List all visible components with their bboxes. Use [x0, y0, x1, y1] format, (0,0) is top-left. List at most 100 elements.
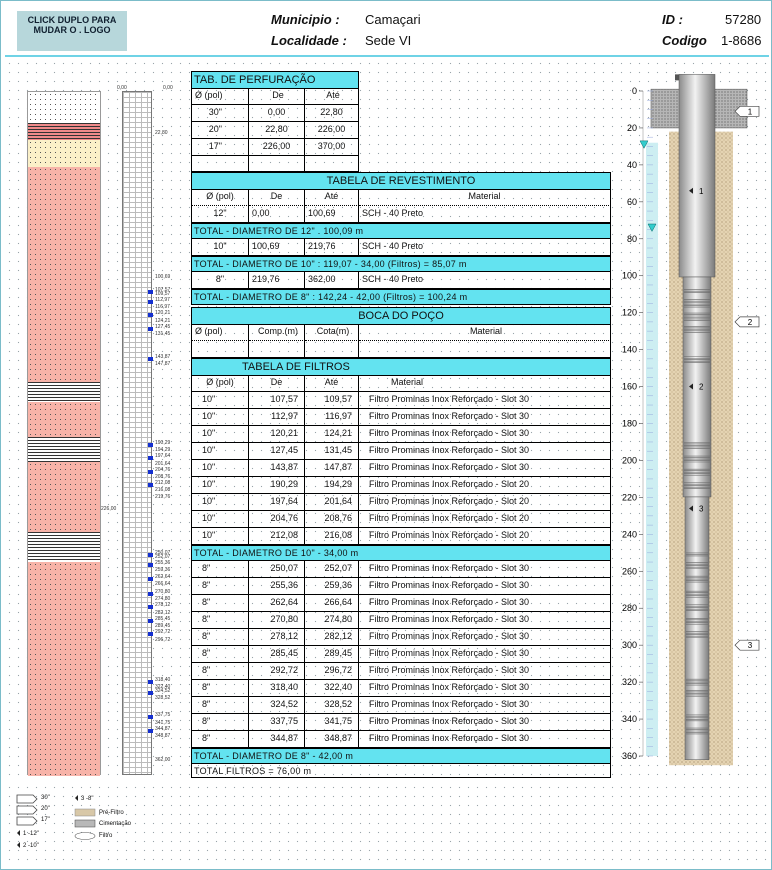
depth-label: 318,40	[155, 676, 171, 683]
depth-label: 348,87	[155, 732, 171, 739]
filt-total-10: TOTAL - DIAMETRO DE 10" - 34,00 m	[191, 545, 611, 561]
depth-label: 344,87	[155, 725, 171, 732]
axis-tick-label: 0	[632, 86, 637, 96]
filt-row-cell: 208,76	[305, 511, 359, 528]
filt-row-cell: 190,29	[249, 477, 305, 494]
filt-row-cell: 8"	[191, 595, 249, 612]
axis-tick-label: 80	[627, 234, 637, 244]
filt-header-cell: Material	[359, 375, 611, 392]
filt-row-cell: 216,08	[305, 528, 359, 545]
legend: 30" 20" 17" 1 -12" 2 -10" 3 -8" Pré-Filt…	[5, 783, 769, 867]
logo-placeholder[interactable]: CLICK DUPLO PARA MUDAR O . LOGO	[17, 11, 127, 51]
casing-mark-label: 2	[699, 383, 704, 392]
revestimento-title: TABELA DE REVESTIMENTO	[191, 172, 611, 190]
filt-row-cell: Filtro Prominas Inox Reforçado - Slot 20	[359, 528, 611, 545]
filt-header-cell: Ø (pol)	[191, 375, 249, 392]
filt-row-cell: Filtro Prominas Inox Reforçado - Slot 20	[359, 477, 611, 494]
filt-row-cell: 8"	[191, 646, 249, 663]
codigo-label: Codigo	[662, 33, 707, 48]
filt-row-cell: 194,29	[305, 477, 359, 494]
axis-tick-label: 240	[622, 529, 637, 539]
id-label: ID :	[662, 12, 683, 27]
filt-row-cell: 278,12	[249, 629, 305, 646]
filtros-title: TABELA DE FILTROS	[191, 358, 611, 376]
filt-row-cell: 10"	[191, 409, 249, 426]
depth-label: 362,00	[155, 757, 171, 764]
filt-row-cell: 10"	[191, 528, 249, 545]
filt-row-cell: 10"	[191, 477, 249, 494]
depth-label: 324,52	[155, 687, 171, 694]
axis-tick-label: 280	[622, 603, 637, 613]
perf-cell: 17"	[191, 139, 249, 156]
filt-row-cell: Filtro Prominas Inox Reforçado - Slot 30	[359, 561, 611, 578]
depth-label: 131,45	[155, 331, 171, 337]
filt-row-cell: 285,45	[249, 646, 305, 663]
boca-header-cell: Ø (pol)	[191, 324, 249, 341]
filt-row-cell: 324,52	[249, 697, 305, 714]
lithology-layer	[28, 402, 100, 437]
filter-marker	[148, 313, 153, 318]
filter-marker	[148, 469, 153, 474]
filt-row-cell: Filtro Prominas Inox Reforçado - Slot 30	[359, 697, 611, 714]
depth-label: 282,12	[155, 609, 171, 616]
depth-label: 109,57	[155, 290, 171, 297]
rev-cell: SCH - 40 Preto	[359, 206, 611, 223]
lithology-layer	[28, 92, 100, 123]
depth-label: 120,21	[155, 310, 171, 317]
diameter-callout-label: 3	[748, 641, 753, 650]
filt-row-cell: 107,57	[249, 392, 305, 409]
filt-row-cell: 10"	[191, 392, 249, 409]
legend-20: 20"	[41, 806, 50, 812]
filter-marker	[148, 591, 153, 596]
axis-tick-label: 220	[622, 492, 637, 502]
filt-row-cell: 116,97	[305, 409, 359, 426]
axis-tick-label: 360	[622, 751, 637, 761]
depth-label: 190,29	[155, 439, 171, 446]
lithology-layer	[28, 532, 100, 562]
municipio-value: Camaçari	[365, 12, 421, 27]
rev-cell: 100,69	[305, 206, 359, 223]
filt-row-cell: 127,45	[249, 443, 305, 460]
rev-total: TOTAL - DIAMETRO DE 8" : 142,24 - 42,00 …	[191, 289, 611, 305]
localidade-value: Sede VI	[365, 33, 412, 48]
profile-top-label: 0,00	[163, 85, 173, 91]
filt-row-cell: 8"	[191, 578, 249, 595]
axis-tick-label: 40	[627, 160, 637, 170]
depth-label: 266,64	[155, 580, 171, 587]
casing-mark-label: 1	[699, 187, 704, 196]
rev-header-cell: Material	[359, 189, 611, 206]
depth-label: 337,75	[155, 712, 171, 719]
rev-cell: 0,00	[249, 206, 305, 223]
filt-row-cell: Filtro Prominas Inox Reforçado - Slot 30	[359, 731, 611, 748]
casing-mark-label: 3	[699, 504, 704, 513]
perf-empty-cell	[191, 156, 249, 172]
filt-row-cell: Filtro Prominas Inox Reforçado - Slot 30	[359, 578, 611, 595]
diameter-callout-label: 2	[748, 318, 753, 327]
depth-label: 204,76	[155, 466, 171, 473]
lithology-layer	[28, 562, 100, 776]
perf-empty-cell	[249, 156, 305, 172]
filt-row-cell: Filtro Prominas Inox Reforçado - Slot 30	[359, 426, 611, 443]
filt-row-cell: 112,97	[249, 409, 305, 426]
filt-total-all: TOTAL FILTROS = 76,00 m	[191, 764, 611, 778]
perf-cell: 20"	[191, 122, 249, 139]
depth-label: 274,80	[155, 596, 171, 602]
filt-row-cell: Filtro Prominas Inox Reforçado - Slot 30	[359, 595, 611, 612]
rev-total: TOTAL - DIAMETRO DE 12" . 100,09 m	[191, 223, 611, 239]
filt-row-cell: 348,87	[305, 731, 359, 748]
filt-row-cell: 296,72	[305, 663, 359, 680]
lithology-layer	[28, 382, 100, 402]
lithology-layer	[28, 140, 100, 167]
depth-label: 255,36	[155, 560, 171, 567]
filt-row-cell: Filtro Prominas Inox Reforçado - Slot 30	[359, 663, 611, 680]
filter-marker	[148, 356, 153, 361]
rev-cell: 12"	[191, 206, 249, 223]
filt-row-cell: 8"	[191, 663, 249, 680]
depth-label: 208,76	[155, 473, 171, 480]
boca-empty-cell	[191, 341, 249, 358]
perfuracao-title: TAB. DE PERFURAÇÃO	[191, 71, 359, 89]
depth-label: 143,87	[155, 353, 171, 360]
well-svg: 0 20 40 60 80 100 120 140 160 180 200 220 240 260 280 3…	[622, 74, 760, 766]
filt-row-cell: 292,72	[249, 663, 305, 680]
filt-row-cell: 337,75	[249, 714, 305, 731]
